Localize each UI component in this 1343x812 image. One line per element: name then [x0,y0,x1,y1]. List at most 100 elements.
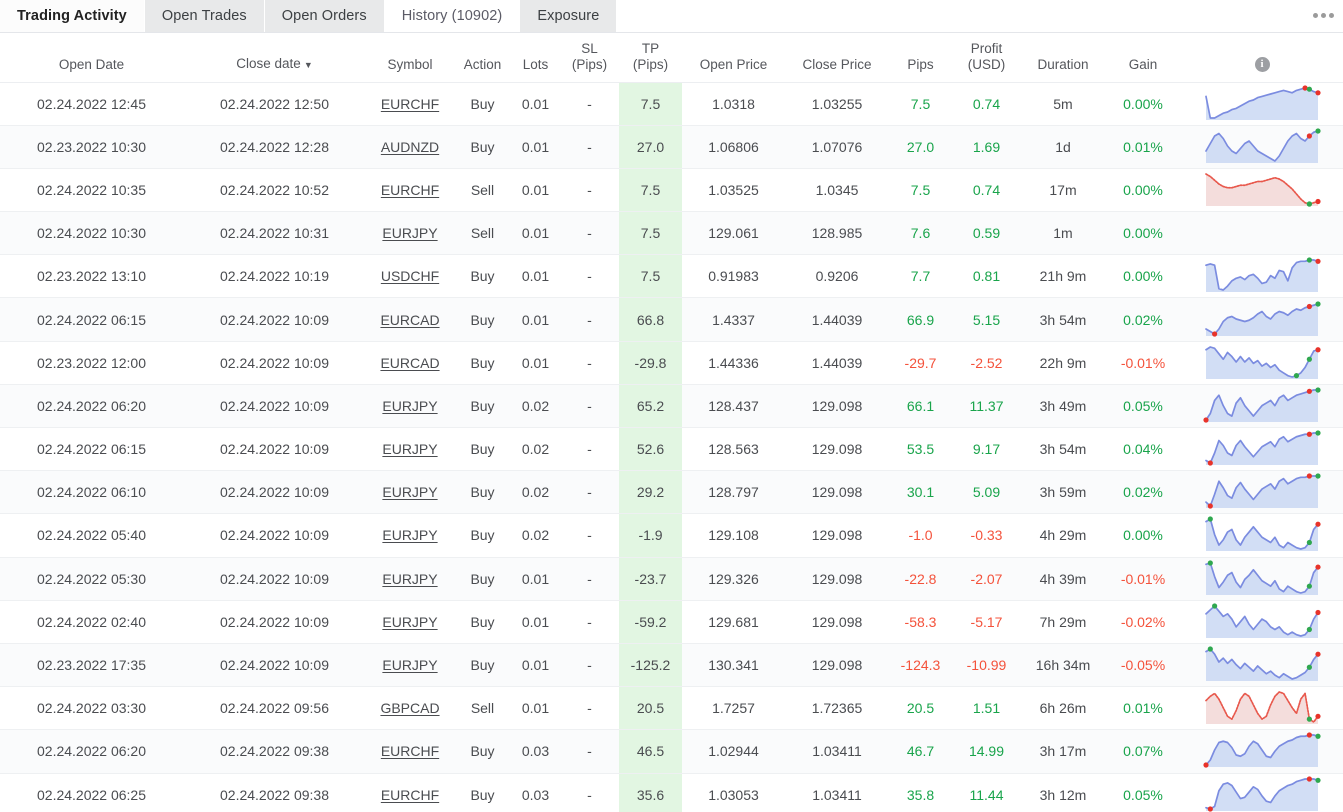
column-header-open-price[interactable]: Open Price [682,33,785,83]
cell-close-date: 02.24.2022 10:09 [183,470,366,515]
trading-history-page: Trading Activity Open Trades Open Orders… [0,0,1343,812]
symbol-link[interactable]: EURJPY [382,614,437,630]
symbol-link[interactable]: GBPCAD [380,700,439,716]
cell-gain: 0.05% [1105,773,1181,812]
cell-symbol[interactable]: EURJPY [366,513,454,558]
column-header-close-price[interactable]: Close Price [785,33,889,83]
column-header-tp[interactable]: TP (Pips) [619,33,682,83]
tab-bar: Trading Activity Open Trades Open Orders… [0,0,1343,33]
cell-pips: 66.9 [889,297,952,342]
cell-symbol[interactable]: EURCHF [366,82,454,126]
symbol-link[interactable]: EURCHF [381,96,439,112]
symbol-link[interactable]: EURJPY [382,225,437,241]
cell-symbol[interactable]: EURCAD [366,341,454,385]
symbol-link[interactable]: EURCAD [380,355,439,371]
table-row[interactable]: 02.24.2022 06:15 02.24.2022 10:09 EURJPY Bu… [0,427,1343,472]
cell-pips: 66.1 [889,384,952,429]
cell-symbol[interactable]: EURJPY [366,427,454,472]
cell-symbol[interactable]: EURCHF [366,729,454,774]
symbol-link[interactable]: EURJPY [382,657,437,673]
table-row[interactable]: 02.24.2022 10:35 02.24.2022 10:52 EURCHF Se… [0,168,1343,213]
table-row[interactable]: 02.24.2022 02:40 02.24.2022 10:09 EURJPY Bu… [0,600,1343,644]
cell-duration: 21h 9m [1021,254,1105,299]
symbol-link[interactable]: EURCHF [381,787,439,803]
table-row[interactable]: 02.24.2022 12:45 02.24.2022 12:50 EURCHF Bu… [0,82,1343,126]
cell-action: Buy [454,773,511,812]
table-row[interactable]: 02.24.2022 03:30 02.24.2022 09:56 GBPCAD Se… [0,686,1343,731]
symbol-link[interactable]: EURJPY [382,571,437,587]
symbol-link[interactable]: EURJPY [382,527,437,543]
cell-symbol[interactable]: EURJPY [366,211,454,256]
table-row[interactable]: 02.24.2022 05:30 02.24.2022 10:09 EURJPY Bu… [0,557,1343,601]
table-row[interactable]: 02.24.2022 10:30 02.24.2022 10:31 EURJPY Se… [0,211,1343,256]
column-header-lots[interactable]: Lots [511,33,560,83]
cell-close-price: 129.098 [785,384,889,429]
cell-gain: 0.05% [1105,384,1181,429]
more-options-icon[interactable] [1303,0,1343,32]
cell-symbol[interactable]: EURJPY [366,600,454,644]
column-header-action[interactable]: Action [454,33,511,83]
symbol-link[interactable]: EURCHF [381,743,439,759]
table-row[interactable]: 02.24.2022 06:25 02.24.2022 09:38 EURCHF Bu… [0,773,1343,812]
symbol-link[interactable]: EURJPY [382,484,437,500]
table-row[interactable]: 02.24.2022 06:10 02.24.2022 10:09 EURJPY Bu… [0,470,1343,515]
tab-history[interactable]: History (10902) [384,0,521,32]
symbol-link[interactable]: EURCAD [380,312,439,328]
cell-symbol[interactable]: EURJPY [366,557,454,601]
symbol-link[interactable]: USDCHF [381,268,439,284]
tab-trading-activity[interactable]: Trading Activity [0,0,145,32]
tab-exposure[interactable]: Exposure [520,0,618,32]
cell-symbol[interactable]: EURCHF [366,168,454,213]
cell-sparkline [1181,773,1343,812]
symbol-link[interactable]: EURJPY [382,441,437,457]
cell-gain: 0.00% [1105,254,1181,299]
column-header-close-date[interactable]: Close date ▼ [183,33,366,83]
table-row[interactable]: 02.23.2022 17:35 02.24.2022 10:09 EURJPY Bu… [0,643,1343,688]
cell-profit: 0.81 [952,254,1021,299]
cell-symbol[interactable]: USDCHF [366,254,454,299]
info-icon[interactable]: i [1254,57,1270,73]
table-row[interactable]: 02.23.2022 12:00 02.24.2022 10:09 EURCAD Bu… [0,341,1343,385]
table-row[interactable]: 02.24.2022 06:15 02.24.2022 10:09 EURCAD Bu… [0,297,1343,342]
cell-open-price: 0.91983 [682,254,785,299]
cell-tp: 29.2 [619,470,682,515]
cell-duration: 3h 49m [1021,384,1105,429]
cell-symbol[interactable]: EURCHF [366,773,454,812]
symbol-link[interactable]: EURCHF [381,182,439,198]
cell-symbol[interactable]: GBPCAD [366,686,454,731]
cell-duration: 16h 34m [1021,643,1105,688]
symbol-link[interactable]: EURJPY [382,398,437,414]
column-header-profit[interactable]: Profit (USD) [952,33,1021,83]
cell-gain: -0.02% [1105,600,1181,644]
cell-open-price: 1.7257 [682,686,785,731]
symbol-link[interactable]: AUDNZD [381,139,439,155]
cell-lots: 0.01 [511,254,560,299]
column-header-open-date[interactable]: Open Date [0,33,183,83]
cell-symbol[interactable]: EURCAD [366,297,454,342]
cell-close-date: 02.24.2022 10:52 [183,168,366,213]
cell-lots: 0.03 [511,729,560,774]
table-row[interactable]: 02.23.2022 10:30 02.24.2022 12:28 AUDNZD Bu… [0,125,1343,169]
cell-close-price: 0.9206 [785,254,889,299]
cell-pips: 53.5 [889,427,952,472]
cell-symbol[interactable]: EURJPY [366,384,454,429]
cell-action: Buy [454,254,511,299]
table-row[interactable]: 02.24.2022 06:20 02.24.2022 10:09 EURJPY Bu… [0,384,1343,429]
tab-open-orders[interactable]: Open Orders [264,0,385,32]
cell-open-date: 02.23.2022 13:10 [0,254,183,299]
cell-symbol[interactable]: AUDNZD [366,125,454,169]
table-row[interactable]: 02.24.2022 05:40 02.24.2022 10:09 EURJPY Bu… [0,513,1343,558]
cell-close-date: 02.24.2022 12:50 [183,82,366,126]
cell-lots: 0.03 [511,773,560,812]
column-header-sl[interactable]: SL (Pips) [560,33,619,83]
cell-sl: - [560,643,619,688]
column-header-pips[interactable]: Pips [889,33,952,83]
table-row[interactable]: 02.24.2022 06:20 02.24.2022 09:38 EURCHF Bu… [0,729,1343,774]
cell-symbol[interactable]: EURJPY [366,470,454,515]
column-header-gain[interactable]: Gain [1105,33,1181,83]
tab-open-trades[interactable]: Open Trades [144,0,265,32]
table-row[interactable]: 02.23.2022 13:10 02.24.2022 10:19 USDCHF Bu… [0,254,1343,299]
cell-symbol[interactable]: EURJPY [366,643,454,688]
column-header-duration[interactable]: Duration [1021,33,1105,83]
column-header-symbol[interactable]: Symbol [366,33,454,83]
